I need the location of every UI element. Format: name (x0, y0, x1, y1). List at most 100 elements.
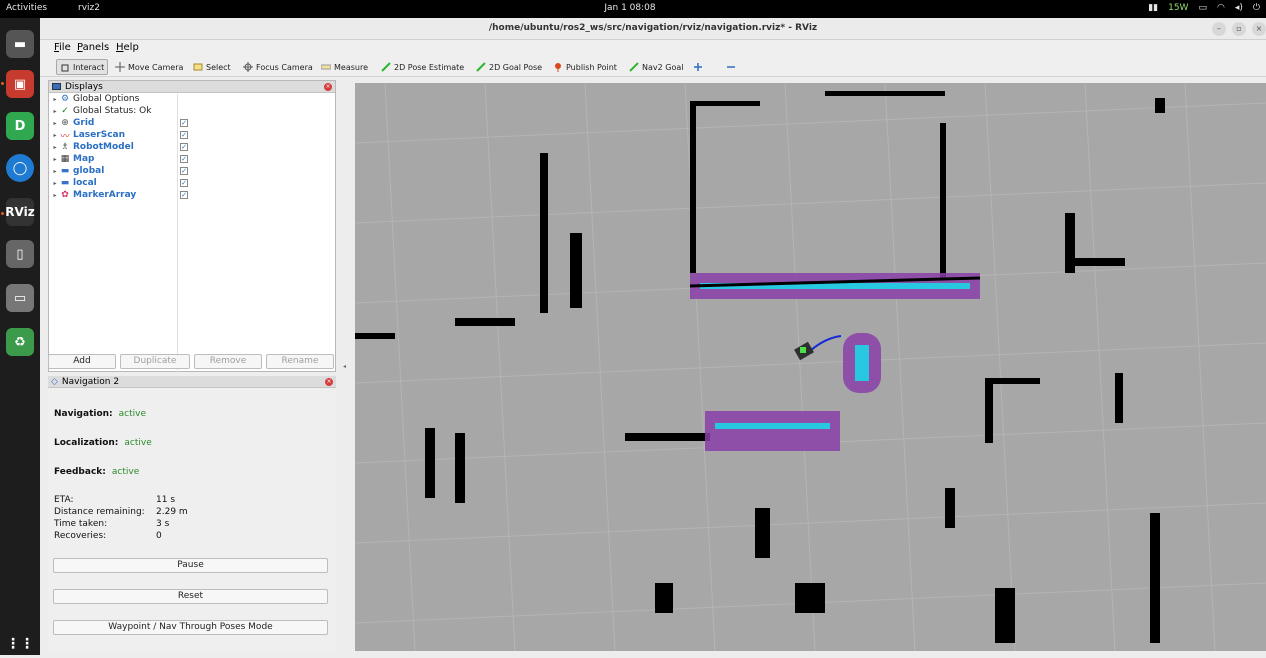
running-indicator (1, 212, 4, 215)
publish-point-label: Publish Point (566, 62, 617, 72)
minimize-button[interactable]: – (1212, 22, 1226, 36)
menu-help[interactable]: Help (116, 42, 139, 53)
map-icon: ▦ (60, 154, 70, 164)
localization-status: Localization: active (54, 438, 152, 448)
rename-button[interactable]: Rename (266, 354, 334, 369)
3d-viewport[interactable] (355, 83, 1266, 651)
map-render[interactable] (355, 83, 1266, 651)
folder-icon: ▬ (60, 166, 70, 176)
enable-checkbox[interactable]: ✓ (180, 131, 188, 139)
tree-label: Map (73, 154, 95, 164)
nav2-goal-tool[interactable]: Nav2 Goal (626, 59, 686, 75)
enable-checkbox[interactable]: ✓ (180, 191, 188, 199)
browser-icon[interactable]: ◯ (6, 154, 34, 182)
collapse-arrow-icon[interactable]: ◂ (343, 363, 346, 370)
system-top-bar: Activities rviz2 Jan 1 08:08 ▮▮ 15W ▭ ◠ … (0, 0, 1266, 18)
goal-pose-tool[interactable]: 2D Goal Pose (473, 59, 545, 75)
app-grid-icon[interactable]: ⋮⋮ (6, 630, 34, 658)
rviz-icon[interactable]: RViz (5, 198, 35, 226)
trash-icon[interactable]: ♻ (6, 328, 34, 356)
files-icon[interactable]: ▬ (6, 30, 34, 58)
expand-arrow-icon[interactable]: ▸ (51, 120, 59, 127)
expand-arrow-icon[interactable]: ▸ (51, 168, 59, 175)
expand-arrow-icon[interactable]: ▸ (51, 108, 59, 115)
publish-point-tool[interactable]: Publish Point (550, 59, 620, 75)
tree-row-laserscan[interactable]: ▸ 〰 LaserScan ✓ (49, 129, 335, 142)
reset-button[interactable]: Reset (53, 589, 328, 604)
close-panel-button[interactable]: × (325, 378, 333, 386)
menu-file[interactable]: File (54, 42, 71, 53)
expand-arrow-icon[interactable]: ▸ (51, 156, 59, 163)
panel-splitter[interactable]: ◂ (341, 80, 353, 651)
expand-arrow-icon[interactable]: ▸ (51, 180, 59, 187)
enable-checkbox[interactable]: ✓ (180, 143, 188, 151)
pose-estimate-label: 2D Pose Estimate (394, 62, 465, 72)
interact-label: Interact (73, 62, 105, 72)
grid-lines (355, 83, 1266, 651)
enable-checkbox[interactable]: ✓ (180, 167, 188, 175)
feedback-value: active (111, 467, 140, 477)
enable-checkbox[interactable]: ✓ (180, 155, 188, 163)
measure-tool[interactable]: Measure (318, 59, 371, 75)
remove-tool-button[interactable] (723, 59, 739, 75)
tree-label: local (73, 178, 97, 188)
select-tool[interactable]: Select (190, 59, 234, 75)
green-arrow-icon (476, 62, 486, 72)
volume-icon: ◂) (1234, 3, 1243, 13)
focus-camera-tool[interactable]: Focus Camera (240, 59, 316, 75)
enable-checkbox[interactable]: ✓ (180, 179, 188, 187)
enable-checkbox[interactable]: ✓ (180, 119, 188, 127)
localization-value: active (124, 438, 152, 448)
window-titlebar[interactable]: /home/ubuntu/ros2_ws/src/navigation/rviz… (40, 18, 1266, 40)
tree-row-markerarray[interactable]: ▸ ✿ MarkerArray ✓ (49, 189, 335, 201)
tree-label: Global Status: Ok (73, 106, 152, 116)
tree-row-robotmodel[interactable]: ▸ ♗ RobotModel ✓ (49, 141, 335, 153)
screen-icon: ▭ (1198, 3, 1207, 13)
navigation-status: Navigation: active (54, 409, 146, 419)
menu-panels[interactable]: Panels (77, 42, 109, 53)
app-menu[interactable]: rviz2 (78, 3, 100, 13)
interact-tool[interactable]: Interact (56, 59, 109, 75)
add-button[interactable]: Add (48, 354, 116, 369)
tree-label: Grid (73, 118, 95, 128)
move-camera-tool[interactable]: Move Camera (112, 59, 186, 75)
tree-row-grid[interactable]: ▸ ⊕ Grid ✓ (49, 117, 335, 129)
system-tray[interactable]: ▮▮ 15W ▭ ◠ ◂) ⏻ (1148, 3, 1260, 13)
duplicate-button[interactable]: Duplicate (120, 354, 190, 369)
focus-icon (243, 62, 253, 72)
navigation-value: active (118, 409, 147, 419)
expand-arrow-icon[interactable]: ▸ (51, 132, 59, 139)
power-readout: 15W (1168, 3, 1189, 13)
close-panel-button[interactable]: × (324, 83, 332, 91)
drive-icon[interactable]: ▭ (6, 284, 34, 312)
expand-arrow-icon[interactable]: ▸ (51, 96, 59, 103)
terminal-icon[interactable]: ▣ (6, 70, 34, 98)
green-arrow-icon (629, 62, 639, 72)
close-window-button[interactable]: × (1252, 22, 1266, 36)
tree-label: RobotModel (73, 142, 134, 152)
pose-estimate-tool[interactable]: 2D Pose Estimate (378, 59, 467, 75)
expand-arrow-icon[interactable]: ▸ (51, 192, 59, 199)
expand-arrow-icon[interactable]: ▸ (51, 144, 59, 151)
waypoint-mode-button[interactable]: Waypoint / Nav Through Poses Mode (53, 620, 328, 635)
tree-row-global[interactable]: ▸ ▬ global ✓ (49, 165, 335, 177)
navigation2-header: ◇ Navigation 2 × (48, 376, 336, 388)
window-title: /home/ubuntu/ros2_ws/src/navigation/rviz… (488, 23, 818, 33)
tree-row-global-status[interactable]: ▸ ✓ Global Status: Ok (49, 105, 335, 117)
nav2-goal-label: Nav2 Goal (642, 62, 684, 72)
clock[interactable]: Jan 1 08:08 (590, 3, 670, 13)
pause-button[interactable]: Pause (53, 558, 328, 573)
displays-panel: Displays × ▸ ⚙ Global Options ▸ ✓ Global… (48, 80, 336, 372)
add-tool-button[interactable] (690, 59, 706, 75)
tree-label: Global Options (73, 94, 140, 104)
remove-button[interactable]: Remove (194, 354, 262, 369)
maximize-button[interactable]: ▫ (1232, 22, 1246, 36)
tablet-icon[interactable]: ▯ (6, 240, 34, 268)
eta-label: ETA: (54, 495, 74, 505)
tree-row-global-options[interactable]: ▸ ⚙ Global Options (49, 93, 335, 105)
tree-row-local[interactable]: ▸ ▬ local ✓ (49, 177, 335, 189)
dev-app-icon[interactable]: D (6, 112, 34, 140)
tree-row-map[interactable]: ▸ ▦ Map ✓ (49, 153, 335, 165)
activities-button[interactable]: Activities (6, 3, 47, 13)
minus-icon (727, 66, 735, 68)
